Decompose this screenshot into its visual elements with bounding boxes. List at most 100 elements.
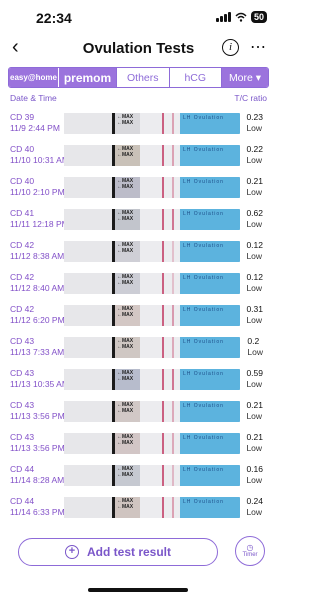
cycle-day: CD 43 [10, 336, 35, 346]
test-row[interactable]: CD 42 11/12 8:40 AM ←MAX ←MAX LH Ovulatio… [0, 269, 277, 301]
test-datetime: 11/11 12:18 PM [10, 219, 69, 229]
ratio-value: 0.23 [246, 112, 263, 122]
control-line [162, 433, 164, 454]
cycle-day-date: CD 42 11/12 8:40 AM [10, 272, 64, 294]
strip-window [140, 177, 180, 198]
strip-blue-end: LH Ovulation [180, 465, 240, 486]
strip-marker [112, 145, 115, 166]
tab-others[interactable]: Others [117, 68, 170, 87]
more-icon[interactable]: ⋯ [250, 37, 267, 57]
strip-window [140, 113, 180, 134]
cycle-day: CD 40 [10, 176, 35, 186]
strip-max-label: ←MAX ←MAX [117, 178, 134, 190]
tc-ratio: 0.24 Low [246, 496, 263, 518]
test-strip-image: ←MAX ←MAX LH Ovulation [64, 433, 240, 454]
strip-blue-end: LH Ovulation [180, 145, 240, 166]
strip-blue-end: LH Ovulation [180, 273, 240, 294]
test-row[interactable]: CD 42 11/12 8:38 AM ←MAX ←MAX LH Ovulatio… [0, 237, 277, 269]
test-strip-image: ←MAX ←MAX LH Ovulation [64, 209, 240, 230]
test-strip-image: ←MAX ←MAX LH Ovulation [64, 465, 240, 486]
test-row[interactable]: CD 43 11/13 7:33 AM ←MAX ←MAX LH Ovulatio… [0, 333, 277, 365]
add-test-result-label: Add test result [86, 545, 171, 559]
ratio-level: Low [246, 155, 263, 165]
ratio-level: Low [246, 507, 263, 517]
strip-marker [112, 465, 115, 486]
strip-max-label: ←MAX ←MAX [117, 434, 134, 446]
plus-icon: + [64, 545, 79, 559]
test-datetime: 11/9 2:44 PM [10, 123, 60, 133]
cycle-day-date: CD 44 11/14 6:33 PM [10, 496, 65, 518]
strip-handle [64, 433, 112, 454]
strip-marker [112, 113, 115, 134]
strip-blue-end: LH Ovulation [180, 241, 240, 262]
test-strip-image: ←MAX ←MAX LH Ovulation [64, 145, 240, 166]
test-row[interactable]: CD 44 11/14 6:33 PM ←MAX ←MAX LH Ovulatio… [0, 493, 277, 525]
cycle-day: CD 39 [10, 112, 35, 122]
test-row[interactable]: CD 41 11/11 12:18 PM ←MAX ←MAX LH Ovulati… [0, 205, 277, 237]
cycle-day: CD 42 [10, 240, 35, 250]
control-line [162, 241, 164, 262]
strip-marker [112, 209, 115, 230]
cycle-day: CD 42 [10, 272, 35, 282]
add-test-result-button[interactable]: + Add test result [18, 538, 218, 566]
ratio-level: Low [246, 123, 263, 133]
test-line [172, 113, 174, 134]
strip-blue-end: LH Ovulation [180, 401, 240, 422]
strip-handle [64, 209, 112, 230]
test-strip-image: ←MAX ←MAX LH Ovulation [64, 177, 240, 198]
strip-window [140, 465, 180, 486]
tab-more[interactable]: More ▾ [222, 68, 268, 87]
cycle-day: CD 42 [10, 304, 35, 314]
test-row[interactable]: CD 43 11/13 3:56 PM ←MAX ←MAX LH Ovulatio… [0, 397, 277, 429]
test-datetime: 11/10 2:10 PM [10, 187, 65, 197]
strip-handle [64, 113, 112, 134]
test-datetime: 11/14 6:33 PM [10, 507, 65, 517]
test-row[interactable]: CD 40 11/10 2:10 PM ←MAX ←MAX LH Ovulatio… [0, 173, 277, 205]
strip-window [140, 401, 180, 422]
tab-hcg[interactable]: hCG [170, 68, 222, 87]
timer-button[interactable]: ◷ Timer [235, 536, 265, 566]
bottom-bar: + Add test result ◷ Timer [0, 530, 277, 600]
test-datetime: 11/14 8:28 AM [10, 475, 65, 485]
strip-marker [112, 177, 115, 198]
cycle-day: CD 43 [10, 432, 35, 442]
test-row[interactable]: CD 42 11/12 6:20 PM ←MAX ←MAX LH Ovulatio… [0, 301, 277, 333]
cycle-day-date: CD 40 11/10 2:10 PM [10, 176, 65, 198]
control-line [162, 113, 164, 134]
strip-marker [112, 369, 115, 390]
tab-easyathome[interactable]: easy@home [9, 68, 59, 87]
strip-marker [112, 433, 115, 454]
test-strip-image: ←MAX ←MAX LH Ovulation [64, 305, 240, 326]
ratio-level: Low [246, 187, 263, 197]
ratio-level: Low [246, 251, 263, 261]
signal-icon [215, 12, 231, 22]
strip-handle [64, 145, 112, 166]
strip-max-label: ←MAX ←MAX [117, 338, 134, 350]
test-row[interactable]: CD 43 11/13 10:35 AM ←MAX ←MAX LH Ovulati… [0, 365, 277, 397]
strip-blue-end: LH Ovulation [180, 305, 240, 326]
strip-window [140, 305, 180, 326]
strip-handle [64, 177, 112, 198]
strip-marker [112, 337, 115, 358]
ratio-value: 0.59 [246, 368, 263, 378]
test-row[interactable]: CD 40 11/10 10:31 AM ←MAX ←MAX LH Ovulati… [0, 141, 277, 173]
control-line [162, 273, 164, 294]
strip-blue-end: LH Ovulation [180, 177, 240, 198]
strip-max-label: ←MAX ←MAX [117, 498, 134, 510]
wifi-icon [235, 12, 247, 22]
test-row[interactable]: CD 39 11/9 2:44 PM ←MAX ←MAX LH Ovulation… [0, 109, 277, 141]
tc-ratio: 0.59 Low [246, 368, 263, 390]
test-row[interactable]: CD 43 11/13 3:56 PM ←MAX ←MAX LH Ovulatio… [0, 429, 277, 461]
ratio-level: Low [246, 443, 263, 453]
ratio-level: Low [246, 411, 263, 421]
test-line [172, 145, 174, 166]
cycle-day: CD 41 [10, 208, 35, 218]
ratio-value: 0.31 [246, 304, 263, 314]
test-strip-image: ←MAX ←MAX LH Ovulation [64, 113, 240, 134]
test-row[interactable]: CD 44 11/14 8:28 AM ←MAX ←MAX LH Ovulatio… [0, 461, 277, 493]
test-strip-image: ←MAX ←MAX LH Ovulation [64, 337, 240, 358]
tab-premom[interactable]: premom [59, 68, 117, 87]
info-icon[interactable]: i [222, 39, 239, 56]
test-datetime: 11/10 10:31 AM [10, 155, 69, 165]
strip-handle [64, 241, 112, 262]
